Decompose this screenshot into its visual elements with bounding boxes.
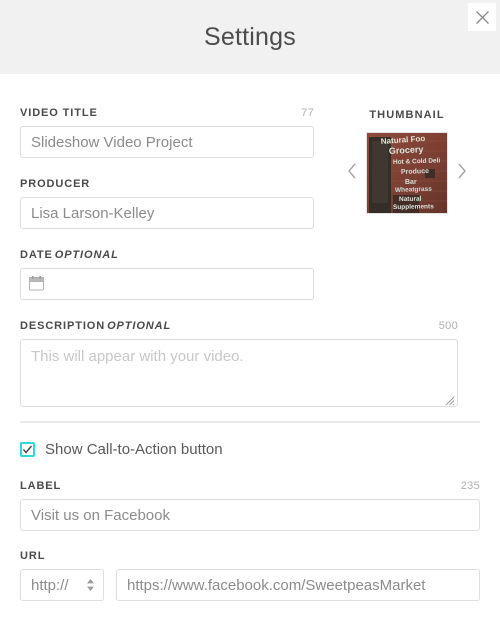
- stepper-arrows-icon: [86, 577, 95, 593]
- protocol-select[interactable]: http://: [20, 569, 104, 601]
- thumbnail-next-button[interactable]: [454, 163, 470, 184]
- cta-url-input[interactable]: [116, 569, 480, 601]
- call-to-action-section: Show Call-to-Action button LABEL 235 URL…: [20, 423, 480, 601]
- cta-label-counter: 235: [460, 480, 480, 492]
- date-label-text: DATE: [20, 249, 53, 261]
- producer-field: PRODUCER: [20, 178, 314, 229]
- description-label: DESCRIPTION OPTIONAL: [20, 320, 171, 332]
- cta-url-label: URL: [20, 550, 46, 562]
- thumbnail-carousel: Natural Foo Grocery Hot & Cold Deli Prod…: [334, 132, 480, 214]
- video-title-label-row: VIDEO TITLE 77: [20, 107, 314, 119]
- chevron-left-icon: [347, 163, 357, 184]
- protocol-select-value: http://: [31, 576, 69, 594]
- form-column: VIDEO TITLE 77 PRODUCER DATEOPTIONAL: [20, 107, 458, 407]
- date-label: DATE OPTIONAL: [20, 249, 119, 261]
- thumbnail-prev-button[interactable]: [344, 163, 360, 184]
- date-label-row: DATE OPTIONAL: [20, 249, 314, 261]
- description-label-text: DESCRIPTION: [20, 320, 106, 332]
- video-title-input[interactable]: [20, 126, 314, 158]
- modal-body: VIDEO TITLE 77 PRODUCER DATEOPTIONAL: [0, 74, 500, 601]
- date-input-wrap: [20, 268, 314, 300]
- producer-label: PRODUCER: [20, 178, 91, 190]
- producer-label-row: PRODUCER: [20, 178, 314, 190]
- cta-label-row: LABEL 235: [20, 480, 480, 492]
- video-title-label: VIDEO TITLE: [20, 107, 98, 119]
- cta-url-input-wrap: [116, 569, 480, 601]
- top-section: VIDEO TITLE 77 PRODUCER DATEOPTIONAL: [20, 74, 480, 407]
- video-title-field: VIDEO TITLE 77: [20, 107, 314, 158]
- check-icon: [22, 444, 33, 455]
- cta-label-field: LABEL 235: [20, 480, 480, 531]
- date-optional-text: OPTIONAL: [54, 249, 119, 261]
- description-field: DESCRIPTION OPTIONAL 500: [20, 320, 458, 407]
- producer-input[interactable]: [20, 197, 314, 229]
- cta-label-text: LABEL: [20, 480, 62, 492]
- close-icon: [475, 10, 490, 25]
- show-cta-row[interactable]: Show Call-to-Action button: [20, 441, 480, 458]
- cta-url-field: URL http://: [20, 550, 480, 601]
- cta-label-input[interactable]: [20, 499, 480, 531]
- cta-url-row: http://: [20, 569, 480, 601]
- description-textarea-wrap: [20, 339, 458, 407]
- date-input[interactable]: [20, 268, 314, 300]
- chevron-right-icon: [457, 163, 467, 184]
- description-optional-text: OPTIONAL: [107, 320, 172, 332]
- thumbnail-label: THUMBNAIL: [369, 109, 445, 121]
- video-title-counter: 77: [301, 107, 314, 119]
- thumbnail-image-graphic: Natural Foo Grocery Hot & Cold Deli Prod…: [367, 133, 447, 213]
- thumbnail-image[interactable]: Natural Foo Grocery Hot & Cold Deli Prod…: [366, 132, 448, 214]
- modal-header: Settings: [0, 0, 500, 74]
- date-field: DATE OPTIONAL: [20, 249, 314, 300]
- cta-url-label-row: URL: [20, 550, 480, 562]
- close-button[interactable]: [468, 3, 496, 31]
- page-title: Settings: [204, 22, 296, 51]
- description-textarea[interactable]: [20, 339, 458, 407]
- show-cta-label: Show Call-to-Action button: [45, 441, 223, 458]
- show-cta-checkbox[interactable]: [20, 442, 35, 457]
